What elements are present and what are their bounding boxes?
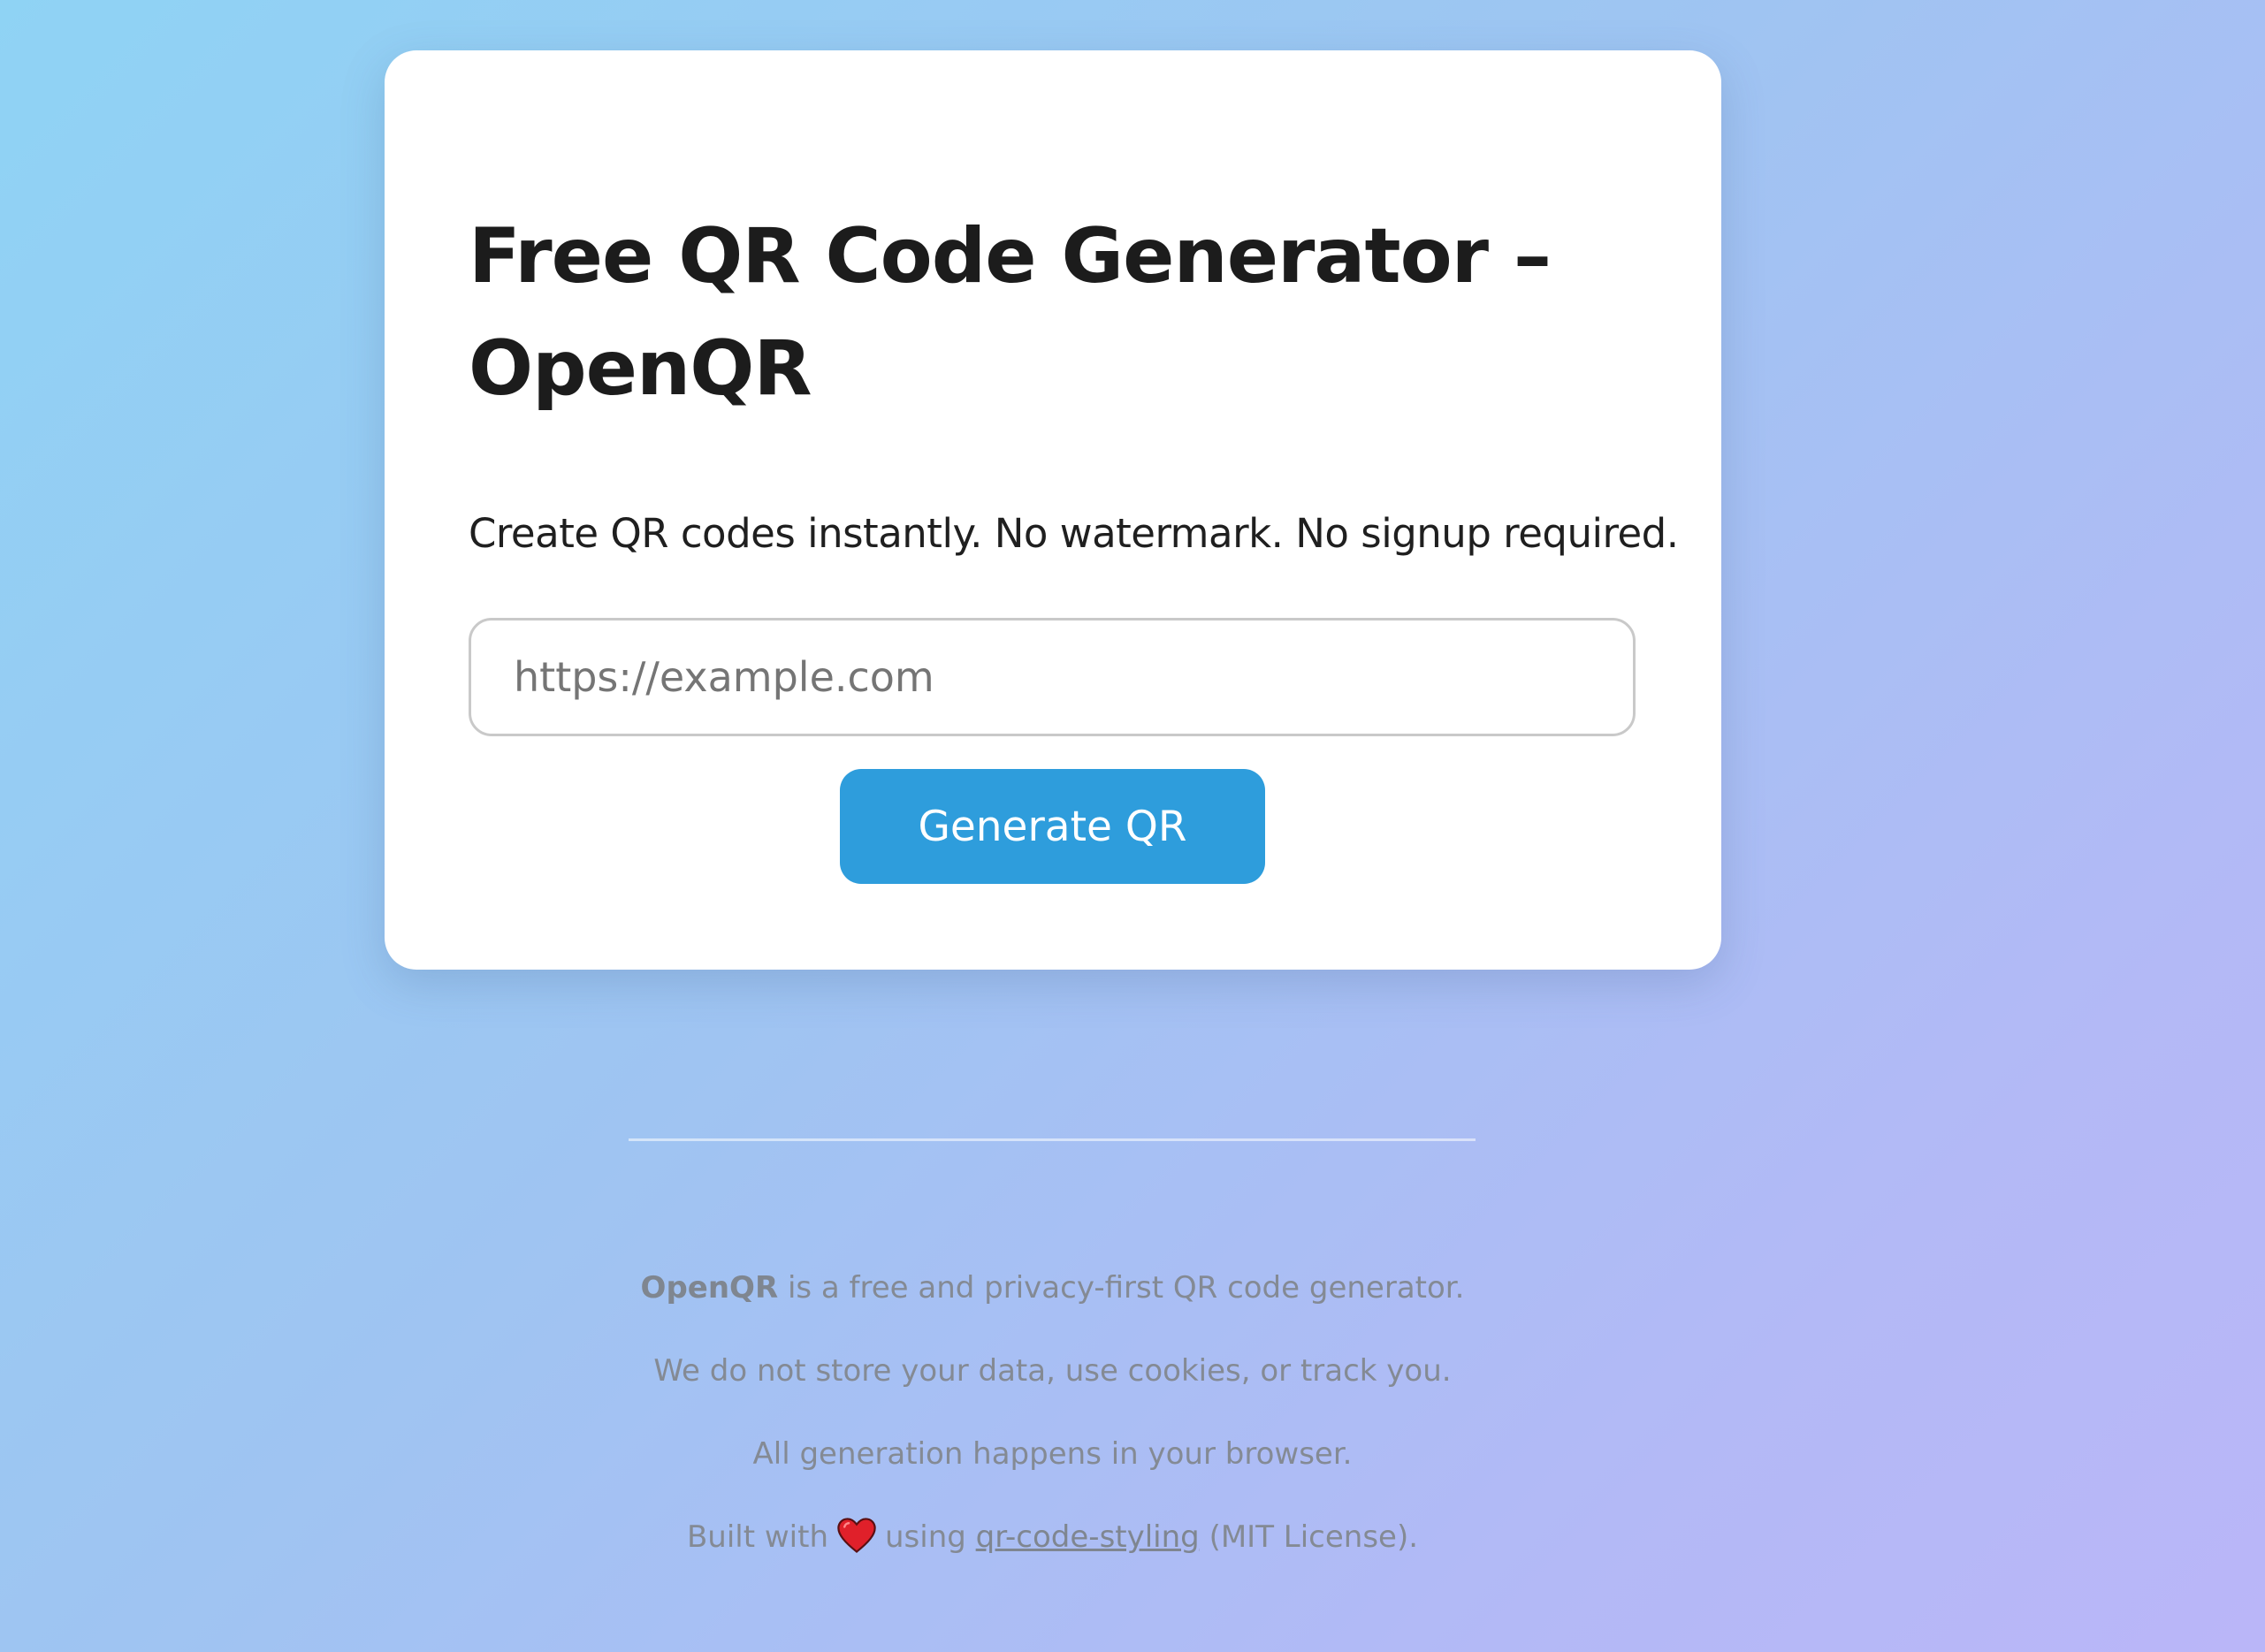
footer-license: (MIT License).	[1209, 1519, 1419, 1555]
page-subtitle: Create QR codes instantly. No watermark.…	[469, 510, 1679, 557]
footer-line-privacy: We do not store your data, use cookies, …	[653, 1353, 1452, 1389]
footer-built-with: Built with	[686, 1519, 828, 1555]
footer-line-browser: All generation happens in your browser.	[752, 1436, 1353, 1472]
footer-line-credits: Built with using qr-code-styling (MIT Lic…	[0, 1496, 2105, 1579]
footer-using: using	[885, 1519, 966, 1555]
page-title: Free QR Code Generator – OpenQR	[469, 212, 1552, 413]
footer-about-text: is a free and privacy-first QR code gene…	[778, 1270, 1465, 1306]
generate-qr-button[interactable]: Generate QR	[840, 769, 1265, 884]
heart-icon	[837, 1517, 876, 1553]
footer: OpenQR is a free and privacy-first QR co…	[0, 1246, 2105, 1579]
qr-code-styling-link[interactable]: qr-code-styling	[976, 1519, 1200, 1555]
url-input[interactable]	[469, 618, 1636, 736]
footer-line-about: OpenQR is a free and privacy-first QR co…	[0, 1246, 2105, 1329]
generator-card: Free QR Code Generator – OpenQR Create Q…	[385, 50, 1721, 970]
footer-divider	[629, 1138, 1476, 1141]
footer-brand: OpenQR	[640, 1270, 779, 1306]
